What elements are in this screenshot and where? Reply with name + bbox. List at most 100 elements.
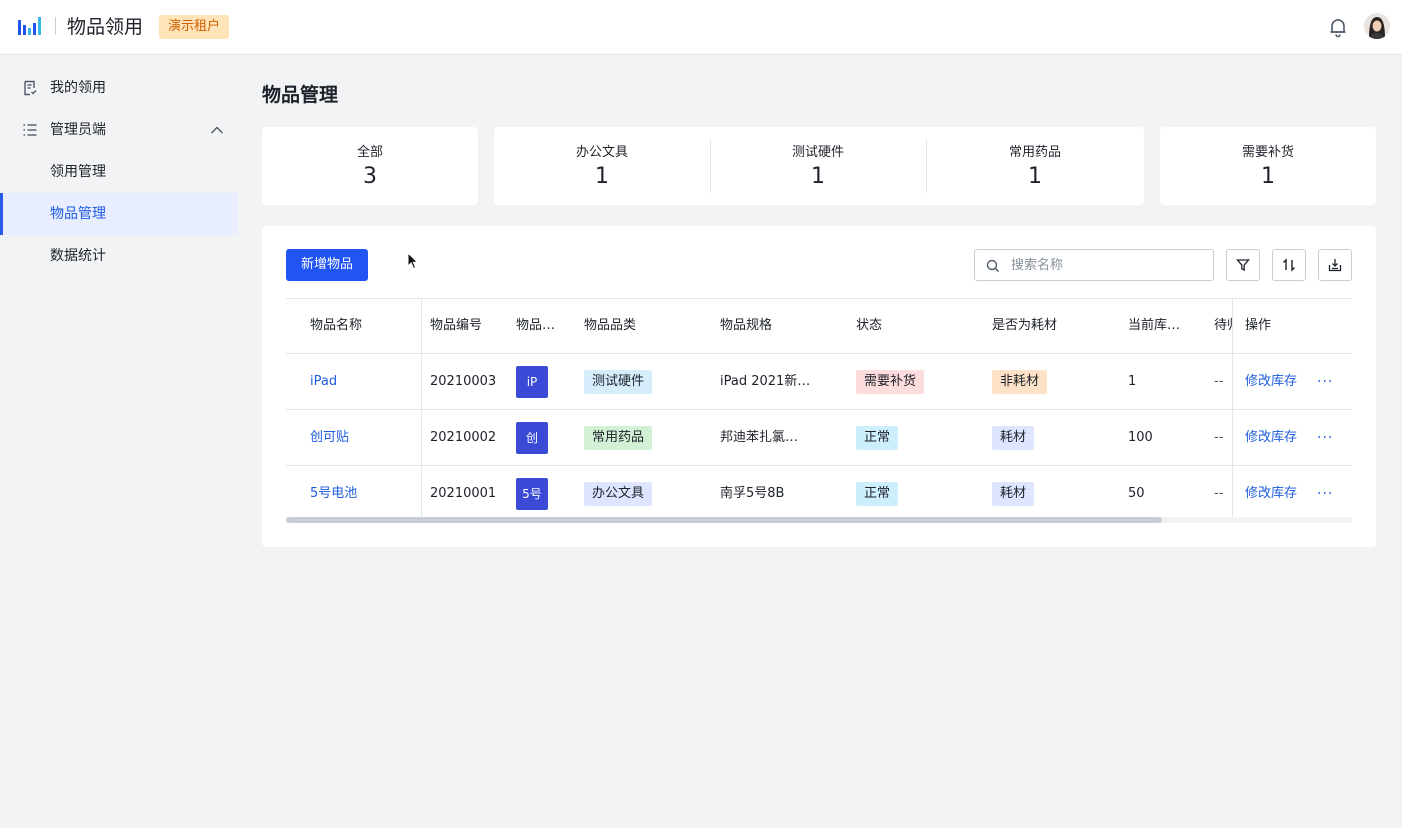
export-button[interactable]: [1318, 249, 1352, 281]
column-header[interactable]: 物品编号: [430, 298, 510, 354]
item-thumbnail[interactable]: 创: [516, 422, 548, 454]
pending-value: --: [1214, 374, 1224, 389]
stat-label: 全部: [356, 145, 383, 160]
column-header[interactable]: 物品名称: [310, 298, 410, 354]
stat-card-restock[interactable]: 需要补货 1: [1160, 127, 1376, 205]
stat-label: 测试硬件: [791, 145, 844, 160]
sidebar-item-label: 管理员端: [50, 122, 106, 138]
column-header[interactable]: 物品…: [516, 298, 576, 354]
consumable-tag: 非耗材: [992, 370, 1048, 394]
stat-value: 3: [363, 164, 377, 189]
column-header[interactable]: 是否为耗材: [992, 298, 1102, 354]
stat-card-all[interactable]: 全部 3: [262, 127, 478, 205]
more-icon[interactable]: ···: [1317, 487, 1335, 502]
sidebar-item-statistics[interactable]: 数据统计: [0, 235, 238, 277]
stat-value: 1: [1261, 164, 1275, 189]
edit-stock-link[interactable]: 修改库存: [1245, 410, 1305, 466]
stat-label: 需要补货: [1241, 145, 1294, 160]
stat-label: 常用药品: [1008, 145, 1061, 160]
edit-stock-link[interactable]: 修改库存: [1245, 466, 1305, 522]
more-icon[interactable]: ···: [1317, 375, 1335, 390]
category-tag: 常用药品: [584, 426, 653, 450]
stat-card-categories: 办公文具 1 测试硬件 1 常用药品 1: [494, 127, 1144, 205]
item-table-panel: 新增物品 物品名称 物品编号 物品… 物品品类 物品规格 状态 是否为耗材 当前…: [262, 226, 1376, 547]
fixed-column-divider: [1232, 298, 1233, 517]
pending-value: --: [1214, 486, 1224, 501]
stock-value: 1: [1128, 374, 1137, 389]
sidebar-item-label: 领用管理: [50, 164, 106, 180]
stat-value: 1: [595, 164, 609, 189]
filter-button[interactable]: [1226, 249, 1260, 281]
status-badge: 正常: [856, 426, 899, 450]
column-header[interactable]: 当前库…: [1128, 298, 1192, 354]
column-header[interactable]: 待归: [1214, 298, 1232, 354]
item-name-link[interactable]: 创可贴: [310, 410, 410, 466]
items-table: 物品名称 物品编号 物品… 物品品类 物品规格 状态 是否为耗材 当前库… 待归…: [286, 298, 1352, 523]
search-input[interactable]: [1011, 250, 1207, 280]
column-header[interactable]: 物品品类: [584, 298, 684, 354]
avatar[interactable]: [1364, 13, 1390, 39]
sidebar: 我的领用 管理员端 领用管理 物品管理 数据统计: [0, 56, 238, 828]
sidebar-item-label: 物品管理: [50, 206, 106, 222]
table-border: [286, 298, 1352, 299]
list-icon: [23, 124, 37, 136]
page-title: 物品管理: [262, 84, 339, 106]
doc-check-icon: [24, 80, 37, 96]
sidebar-item-admin[interactable]: 管理员端: [0, 109, 238, 151]
item-thumbnail[interactable]: 5号: [516, 478, 548, 510]
app-title: 物品领用: [67, 16, 144, 38]
pending-value: --: [1214, 430, 1224, 445]
sort-icon: [1283, 258, 1295, 272]
mouse-cursor-icon: [407, 252, 419, 270]
item-spec: 南孚5号8B: [720, 486, 785, 501]
stat-value: 1: [1028, 164, 1042, 189]
sidebar-item-label: 数据统计: [50, 248, 106, 264]
status-badge: 需要补货: [856, 370, 925, 394]
more-icon[interactable]: ···: [1317, 431, 1335, 446]
item-thumbnail[interactable]: iP: [516, 366, 548, 398]
fixed-column-divider: [421, 298, 422, 517]
item-name-link[interactable]: iPad: [310, 354, 410, 410]
consumable-tag: 耗材: [992, 426, 1035, 450]
stat-medicine[interactable]: 常用药品 1: [926, 127, 1144, 205]
item-spec: iPad 2021新…: [720, 374, 811, 389]
sidebar-item-my-requests[interactable]: 我的领用: [0, 67, 238, 109]
consumable-tag: 耗材: [992, 482, 1035, 506]
stock-value: 50: [1128, 486, 1145, 501]
search-icon: [986, 259, 999, 272]
export-icon: [1328, 259, 1342, 272]
category-tag: 测试硬件: [584, 370, 653, 394]
item-spec: 邦迪苯扎氯…: [720, 430, 799, 445]
category-tag: 办公文具: [584, 482, 653, 506]
stat-all: 全部 3: [262, 127, 478, 205]
stat-restock: 需要补货 1: [1160, 127, 1376, 205]
sort-button[interactable]: [1272, 249, 1306, 281]
stat-value: 1: [811, 164, 825, 189]
add-item-button[interactable]: 新增物品: [286, 249, 368, 281]
chevron-up-icon[interactable]: [210, 124, 224, 136]
stat-hardware[interactable]: 测试硬件 1: [710, 127, 926, 205]
tenant-badge[interactable]: 演示租户: [159, 15, 230, 39]
search-box[interactable]: [974, 249, 1214, 281]
stat-stationery[interactable]: 办公文具 1: [494, 127, 710, 205]
sidebar-item-item-management[interactable]: 物品管理: [0, 193, 238, 235]
horizontal-scrollbar-thumb[interactable]: [286, 517, 1162, 523]
column-header[interactable]: 状态: [856, 298, 956, 354]
logo-divider: [55, 17, 56, 35]
edit-stock-link[interactable]: 修改库存: [1245, 354, 1305, 410]
logo-icon[interactable]: [18, 17, 42, 35]
stat-label: 办公文具: [575, 145, 628, 160]
filter-icon: [1236, 259, 1250, 272]
stock-value: 100: [1128, 430, 1153, 445]
column-header[interactable]: 物品规格: [720, 298, 820, 354]
item-name-link[interactable]: 5号电池: [310, 466, 410, 522]
column-header: 操作: [1245, 318, 1272, 333]
sidebar-item-label: 我的领用: [50, 80, 106, 96]
item-code: 20210003: [430, 374, 497, 389]
top-header: 物品领用 演示租户: [0, 0, 1402, 55]
item-code: 20210001: [430, 486, 497, 501]
bell-icon[interactable]: [1327, 16, 1349, 38]
item-code: 20210002: [430, 430, 497, 445]
status-badge: 正常: [856, 482, 899, 506]
sidebar-item-request-management[interactable]: 领用管理: [0, 151, 238, 193]
